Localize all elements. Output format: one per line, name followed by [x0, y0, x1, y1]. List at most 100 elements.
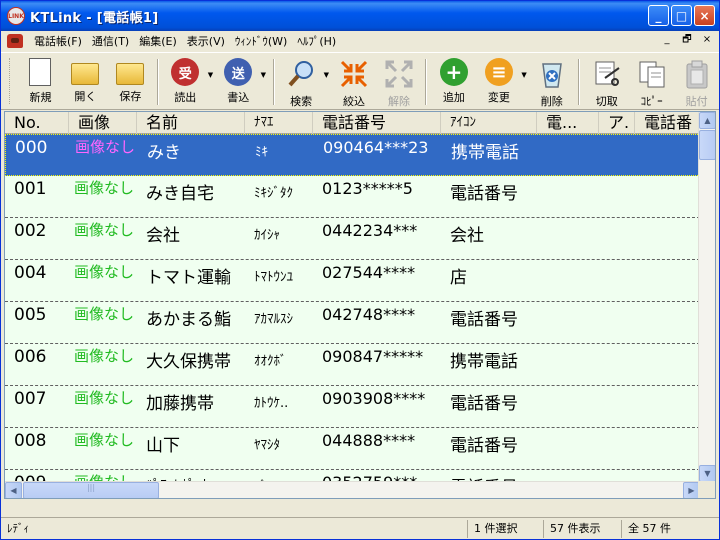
- change-button[interactable]: ≡ 変更: [476, 53, 521, 109]
- menu-communication[interactable]: 通信(T): [87, 33, 134, 49]
- cell-no: 008: [14, 431, 47, 451]
- menu-view[interactable]: 表示(V): [182, 33, 230, 49]
- cell-icon: 携帯電話: [451, 143, 519, 163]
- add-button[interactable]: + 追加: [431, 53, 476, 109]
- menu-window[interactable]: ｳｨﾝﾄﾞｳ(W): [230, 33, 292, 49]
- app-window: LINK KTLink - [電話帳1] _ □ × 電話帳(F) 通信(T) …: [0, 0, 720, 540]
- menu-bar: 電話帳(F) 通信(T) 編集(E) 表示(V) ｳｨﾝﾄﾞｳ(W) ﾍﾙﾌﾟ(…: [1, 31, 719, 51]
- cell-image: 画像なし: [73, 263, 134, 281]
- table-row[interactable]: 002 画像なし 会社 ｶｲｼｬ 0442234*** 会社: [5, 218, 700, 260]
- column-header-phone[interactable]: 電話番号: [313, 112, 441, 134]
- phonebook-icon[interactable]: [7, 34, 23, 48]
- menu-help[interactable]: ﾍﾙﾌﾟ(H): [292, 33, 341, 49]
- clear-filter-button[interactable]: 解除: [377, 53, 422, 109]
- search-button[interactable]: 検索: [279, 53, 324, 109]
- cell-image: 画像なし: [73, 221, 134, 239]
- title-bar[interactable]: LINK KTLink - [電話帳1] _ □ ×: [1, 1, 719, 31]
- table-row[interactable]: 008 画像なし 山下 ﾔﾏｼﾀ 044888**** 電話番号: [5, 428, 700, 470]
- cell-icon: 電話番号: [450, 394, 518, 414]
- table-row[interactable]: 005 画像なし あかまる鮨 ｱｶﾏﾙｽｼ 042748**** 電話番号: [5, 302, 700, 344]
- read-dropdown-icon[interactable]: ▼: [208, 71, 216, 79]
- cell-phone: 0903908****: [322, 389, 426, 408]
- cell-phone: 090847*****: [322, 347, 424, 366]
- table-row[interactable]: 004 画像なし トマト運輸 ﾄﾏﾄｳﾝﾕ 027544**** 店: [5, 260, 700, 302]
- toolbar: 新規 開く 保存 受 読出 ▼ 送 書込 ▼ 検索 ▼ 絞込 解除 + 追加 ≡…: [1, 52, 719, 110]
- new-button[interactable]: 新規: [18, 53, 63, 109]
- read-label: 読出: [174, 91, 197, 104]
- column-header-no[interactable]: No.: [5, 112, 69, 134]
- filter-arrows-icon: [338, 58, 370, 90]
- status-bar: ﾚﾃﾞｨ 1 件選択 57 件表示 全 57 件: [1, 517, 719, 539]
- delete-button[interactable]: 削除: [529, 53, 574, 109]
- menu-edit[interactable]: 編集(E): [134, 33, 182, 49]
- status-shown-count: 57 件表示: [543, 519, 621, 538]
- paste-button[interactable]: 貼付: [674, 53, 719, 109]
- column-header-phone2[interactable]: 電...: [537, 112, 599, 134]
- toolbar-separator: [272, 59, 275, 105]
- open-button[interactable]: 開く: [63, 53, 108, 109]
- column-header-phone3[interactable]: 電話番: [635, 112, 700, 134]
- change-label: 変更: [487, 91, 510, 104]
- table-row[interactable]: 001 画像なし みき自宅 ﾐｷｼﾞﾀｸ 0123*****5 電話番号: [5, 176, 700, 218]
- save-button[interactable]: 保存: [108, 53, 153, 109]
- mdi-restore-button[interactable]: 🗗: [679, 33, 695, 47]
- horizontal-scroll-thumb[interactable]: |||: [23, 482, 159, 498]
- maximize-button[interactable]: □: [671, 5, 692, 26]
- scroll-down-icon[interactable]: ▼: [699, 465, 715, 482]
- menu-phonebook[interactable]: 電話帳(F): [29, 33, 87, 49]
- cell-phone: 042748****: [322, 305, 416, 324]
- phonebook-table[interactable]: No. 画像 名前 ﾅﾏｴ 電話番号 ｱｲｺﾝ 電... ア. 電話番 000 …: [4, 111, 716, 499]
- filter-button[interactable]: 絞込: [332, 53, 377, 109]
- cell-name: トマト運輸: [146, 268, 231, 288]
- scroll-left-icon[interactable]: ◀: [5, 482, 22, 498]
- table-row[interactable]: 006 画像なし 大久保携帯 ｵｵｸﾎﾞ 090847***** 携帯電話: [5, 344, 700, 386]
- toolbar-separator: [425, 59, 428, 105]
- column-header-image[interactable]: 画像: [69, 112, 137, 134]
- vertical-scroll-thumb[interactable]: [699, 130, 715, 160]
- column-header-icon[interactable]: ｱｲｺﾝ: [441, 112, 537, 134]
- cut-button[interactable]: 切取: [584, 53, 629, 109]
- cell-name: 加藤携帯: [146, 394, 214, 414]
- column-header-kana[interactable]: ﾅﾏｴ: [245, 112, 313, 134]
- toolbar-grip[interactable]: [9, 58, 12, 104]
- cell-image: 画像なし: [73, 347, 134, 365]
- read-button[interactable]: 受 読出: [163, 53, 208, 109]
- app-icon[interactable]: LINK: [7, 7, 25, 25]
- search-dropdown-icon[interactable]: ▼: [324, 71, 332, 79]
- cell-icon: 携帯電話: [450, 352, 518, 372]
- toolbar-separator: [578, 59, 581, 105]
- write-button[interactable]: 送 書込: [216, 53, 261, 109]
- vertical-scrollbar[interactable]: ▲ ▼: [698, 112, 715, 482]
- cell-name: 大久保携帯: [146, 352, 231, 372]
- scrollbar-corner: [698, 481, 715, 498]
- column-header-name[interactable]: 名前: [137, 112, 245, 134]
- receive-icon: 受: [171, 58, 200, 86]
- mdi-close-button[interactable]: ×: [699, 33, 715, 47]
- minimize-button[interactable]: _: [648, 5, 669, 26]
- cell-kana: ﾐｷｼﾞﾀｸ: [254, 186, 293, 201]
- save-folder-icon: [116, 63, 145, 85]
- cell-icon: 店: [450, 268, 467, 288]
- cell-phone: 044888****: [322, 431, 416, 450]
- filter-label: 絞込: [343, 95, 366, 108]
- close-button[interactable]: ×: [694, 5, 715, 26]
- cell-phone: 0442234***: [322, 221, 418, 240]
- cell-no: 004: [14, 263, 47, 283]
- write-dropdown-icon[interactable]: ▼: [261, 71, 269, 79]
- cell-name: 会社: [146, 226, 180, 246]
- table-body: 000 画像なし みき ﾐｷ 090464***23 携帯電話 001 画像なし…: [5, 134, 700, 482]
- mdi-minimize-button[interactable]: _: [659, 33, 675, 47]
- cut-icon: [591, 58, 623, 90]
- new-document-icon: [29, 58, 52, 86]
- column-header-icon2[interactable]: ア.: [599, 112, 635, 134]
- change-dropdown-icon[interactable]: ▼: [521, 71, 529, 79]
- cell-no: 005: [14, 305, 47, 325]
- copy-button[interactable]: ｺﾋﾟｰ: [629, 53, 674, 109]
- cell-kana: ｶﾄｳｹ..: [254, 396, 289, 411]
- horizontal-scrollbar[interactable]: ◀ ||| ▶: [5, 481, 700, 498]
- table-row[interactable]: 000 画像なし みき ﾐｷ 090464***23 携帯電話: [5, 134, 700, 176]
- table-row[interactable]: 007 画像なし 加藤携帯 ｶﾄｳｹ.. 0903908**** 電話番号: [5, 386, 700, 428]
- cell-image: 画像なし: [73, 305, 134, 323]
- scroll-up-icon[interactable]: ▲: [699, 112, 715, 129]
- trash-icon: [536, 58, 568, 90]
